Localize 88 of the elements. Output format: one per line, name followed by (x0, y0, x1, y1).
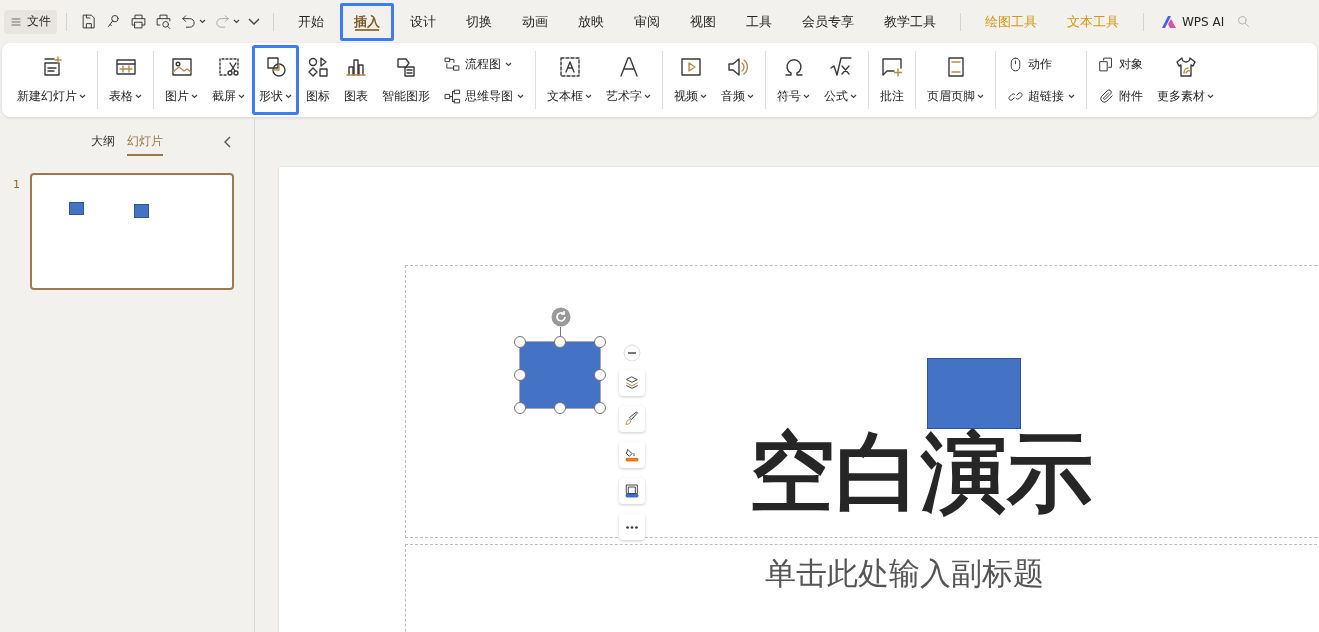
ribbon-button[interactable]: 附件 (1095, 84, 1146, 108)
documents-icon (1098, 55, 1115, 73)
flowchart-icon (444, 55, 461, 73)
collapse-toolbar-icon[interactable] (623, 344, 641, 362)
mind-map-icon (444, 87, 461, 105)
ribbon-button[interactable]: 文本框 (540, 45, 599, 115)
ribbon-tab[interactable]: 插入 (340, 2, 394, 41)
ribbon-tab[interactable]: 动画 (508, 2, 562, 41)
ribbon-tab[interactable]: 教学工具 (870, 2, 950, 41)
rectangle-shape (134, 204, 149, 218)
slide-number: 1 (13, 177, 20, 191)
resize-handle[interactable] (514, 402, 526, 414)
ribbon-button[interactable]: 批注 (873, 45, 911, 115)
ribbon-tab[interactable]: 审阅 (620, 2, 674, 41)
placeholder-text[interactable]: 单击此处输入副标题 (765, 553, 1044, 595)
ribbon-button[interactable]: 新建幻灯片 (10, 45, 93, 115)
icon-grid-icon (306, 55, 330, 79)
paperclip-icon (1098, 87, 1115, 105)
ai-logo-icon (1161, 14, 1177, 29)
collapse-icon[interactable] (224, 136, 232, 148)
fill-button[interactable] (619, 442, 645, 468)
screenshot-icon (216, 55, 241, 79)
style-button[interactable] (619, 406, 645, 432)
rectangle-shape (69, 202, 84, 215)
save-icon[interactable] (80, 13, 97, 30)
ribbon-button[interactable]: 音频 (714, 45, 761, 115)
ribbon-tab[interactable]: 放映 (564, 2, 618, 41)
outline-button[interactable] (619, 478, 645, 504)
ribbon-tab[interactable]: 会员专享 (788, 2, 868, 41)
panel-tab[interactable]: 幻灯片 (127, 128, 163, 156)
ribbon-tab[interactable]: 切换 (452, 2, 506, 41)
caret-icon (233, 19, 240, 24)
ribbon-tab[interactable]: 设计 (396, 2, 450, 41)
ribbon-tab[interactable]: 视图 (676, 2, 730, 41)
print-preview-icon[interactable] (155, 13, 172, 30)
more-button[interactable] (619, 514, 645, 540)
ribbon-button[interactable]: 图片 (158, 45, 205, 115)
resize-handle[interactable] (554, 336, 566, 348)
ribbon-button[interactable]: 截屏 (205, 45, 252, 115)
menu-icon (10, 15, 22, 28)
resize-handle[interactable] (594, 402, 606, 414)
file-menu-button[interactable]: 文件 (4, 9, 57, 34)
ribbon-tab[interactable]: 工具 (732, 2, 786, 41)
ribbon-button[interactable]: 表格 (102, 45, 149, 115)
ribbon-button[interactable]: 形状 (252, 45, 299, 115)
brush-icon (624, 411, 640, 427)
ribbon-button[interactable]: 图表 (337, 45, 375, 115)
ribbon-tab[interactable]: 开始 (284, 2, 338, 41)
ribbon-button[interactable]: 页眉页脚 (920, 45, 991, 115)
undo-icon[interactable] (180, 13, 197, 30)
ribbon-button[interactable]: 思维导图 (441, 84, 527, 108)
ai-button[interactable]: WPS AI (1153, 14, 1233, 29)
caret-icon (199, 19, 206, 24)
ribbon-button[interactable]: 超链接 (1004, 84, 1078, 108)
panel-tab[interactable]: 大纲 (91, 128, 115, 156)
text-box-icon (557, 55, 582, 79)
picture-icon (169, 55, 194, 79)
layers-button[interactable] (619, 370, 645, 396)
smart-graphic-icon (394, 55, 418, 79)
slide-thumbnail[interactable] (30, 173, 234, 290)
ribbon-button[interactable]: 公式 (817, 45, 864, 115)
resize-handle[interactable] (514, 369, 526, 381)
resize-handle[interactable] (514, 336, 526, 348)
paint-bucket-icon (624, 447, 640, 463)
print-icon[interactable] (130, 13, 147, 30)
ribbon-button[interactable]: 对象 (1095, 52, 1146, 76)
ribbon-button[interactable]: 艺术字 (599, 45, 658, 115)
video-icon (678, 55, 703, 79)
chevron-down-icon[interactable] (248, 17, 260, 26)
ribbon-button[interactable]: 智能图形 (375, 45, 437, 115)
ribbon-button[interactable]: 视频 (667, 45, 714, 115)
slide-title[interactable]: 空白演示 (749, 425, 1093, 520)
comment-icon (880, 55, 904, 79)
square-root-icon (828, 55, 853, 79)
ribbon-button[interactable]: 更多素材 (1150, 45, 1221, 115)
more-icon (626, 525, 638, 529)
rotate-handle[interactable] (551, 307, 571, 327)
key-icon[interactable] (105, 13, 122, 30)
outline-icon (624, 483, 640, 499)
ribbon-button[interactable]: 动作 (1004, 52, 1078, 76)
ribbon-button[interactable]: 图标 (299, 45, 337, 115)
ribbon-button[interactable]: 流程图 (441, 52, 527, 76)
shirt-icon (1173, 55, 1198, 79)
rectangle-shape[interactable] (519, 341, 601, 409)
ribbon-button[interactable]: 符号 (770, 45, 817, 115)
resize-handle[interactable] (594, 336, 606, 348)
layers-icon (624, 375, 640, 391)
speaker-icon (725, 55, 750, 79)
